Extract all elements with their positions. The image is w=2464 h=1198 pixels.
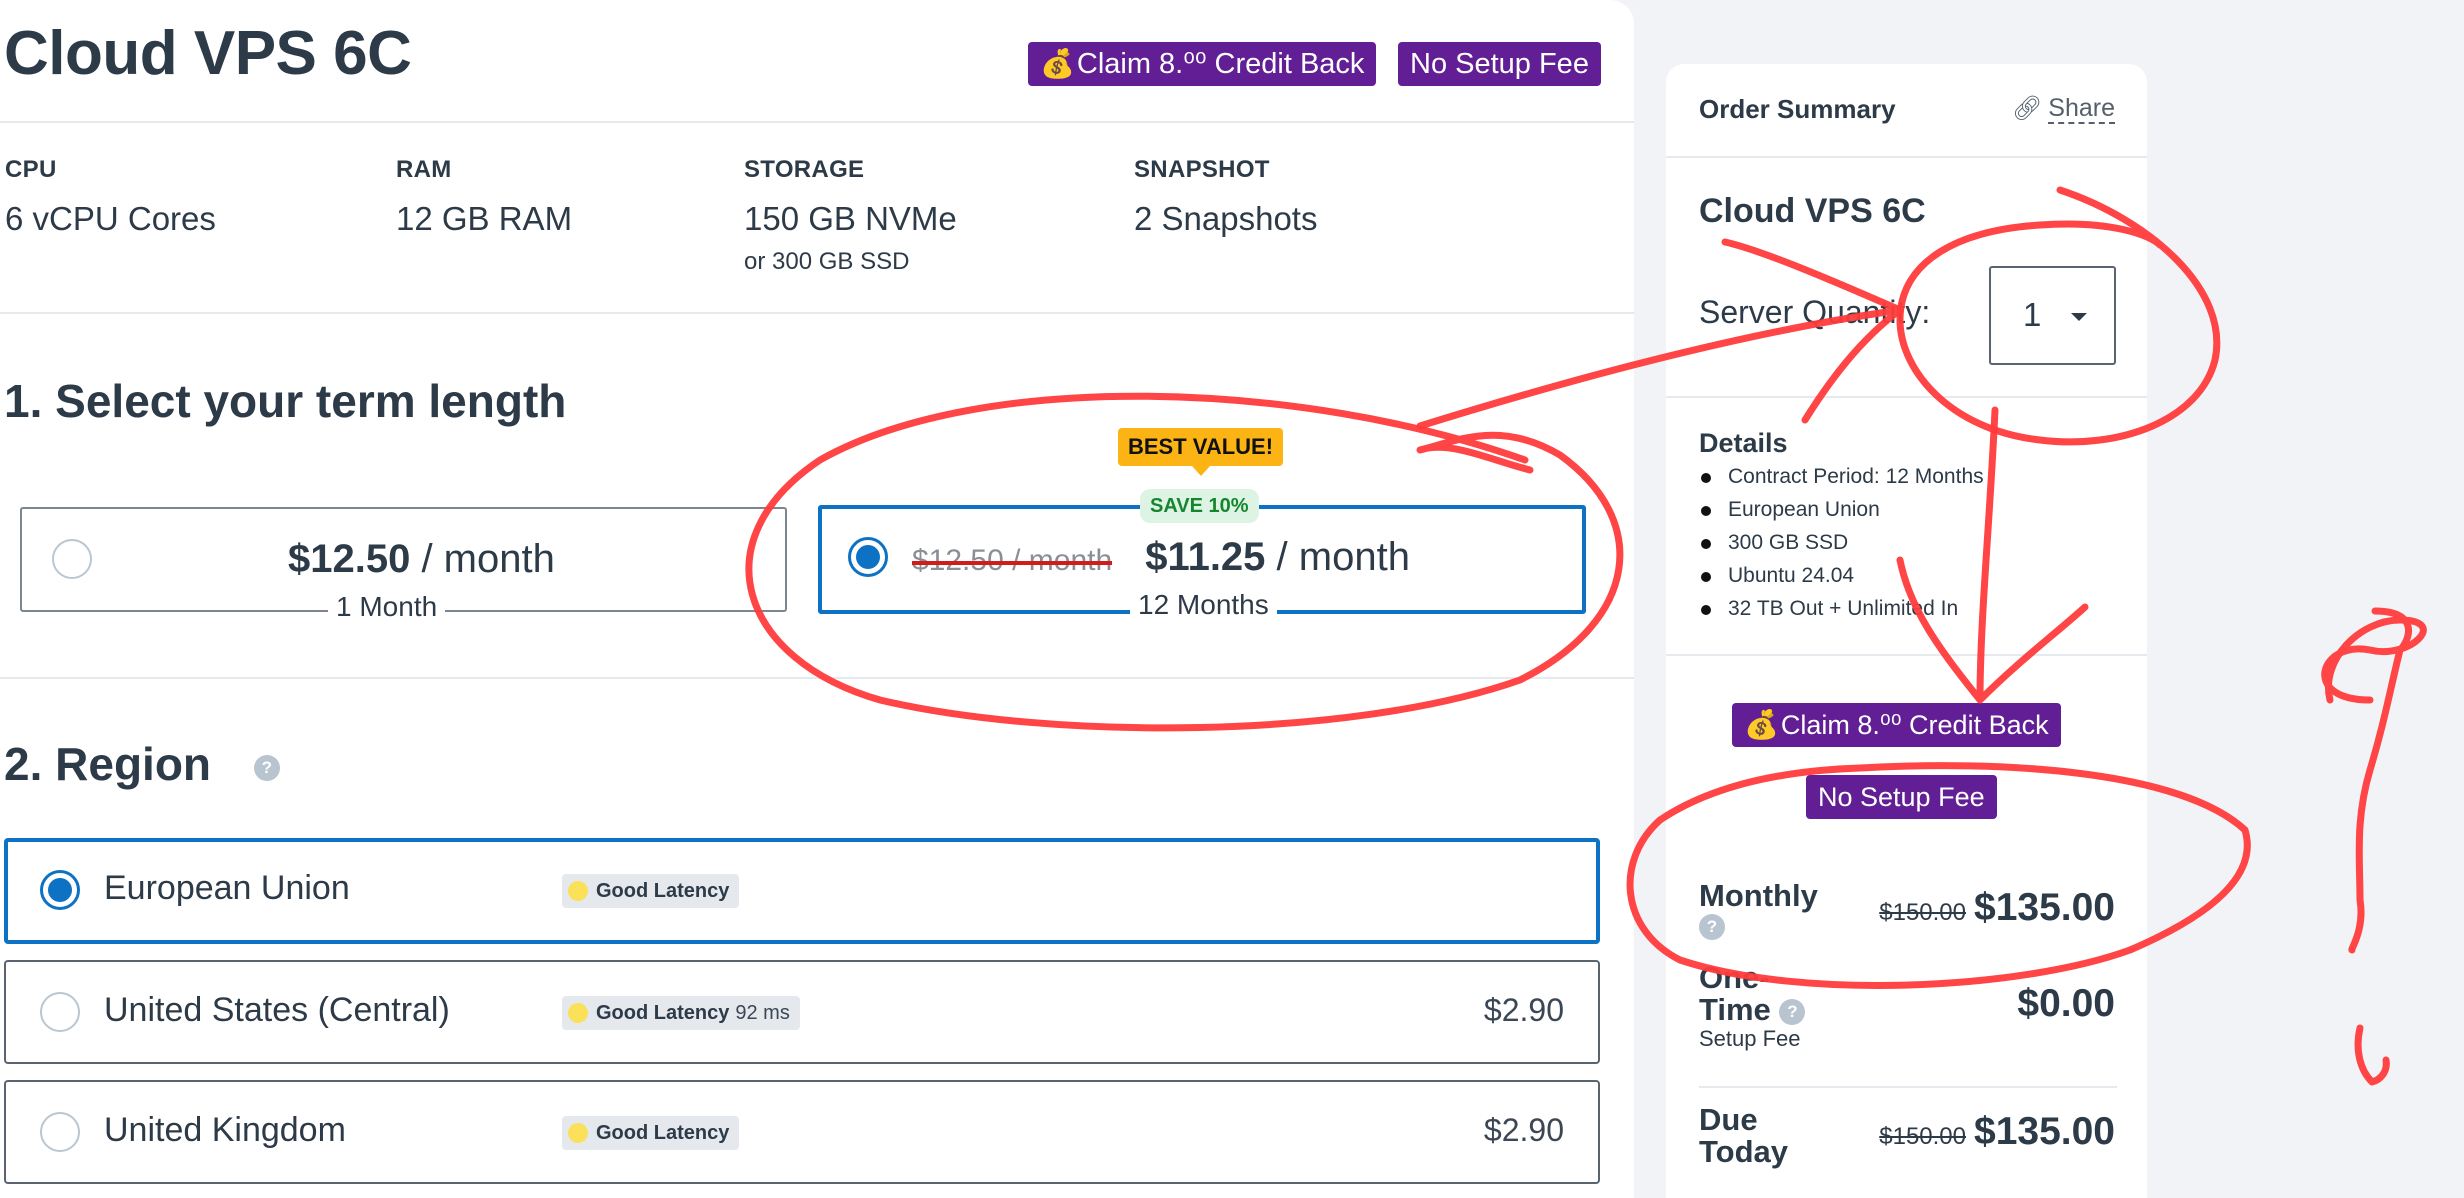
save-badge: SAVE 10% [1140, 489, 1259, 523]
term-radio[interactable] [52, 539, 92, 579]
divider [1666, 396, 2147, 398]
setup-fee-sublabel: Setup Fee [1699, 1026, 1801, 1051]
details-item: 300 GB SSD [1699, 526, 1984, 559]
region-option-eu[interactable]: European Union Good Latency [4, 838, 1600, 944]
latency-badge: Good Latency 92 ms [562, 996, 800, 1030]
term-option-1-month[interactable]: $12.50 / month 1 Month [20, 507, 787, 623]
credit-back-badge: 💰Claim 8.⁰⁰ Credit Back [1028, 42, 1377, 86]
order-summary-title: Order Summary [1699, 94, 1896, 124]
monthly-label: Monthly [1699, 878, 1818, 913]
product-configurator: Cloud VPS 6C 💰Claim 8.⁰⁰ Credit Back No … [0, 0, 1634, 1198]
details-item: Ubuntu 24.04 [1699, 559, 1984, 592]
monthly-amount: $150.00 $135.00 [1879, 886, 2115, 929]
term-radio[interactable] [848, 537, 888, 577]
region-option-us-central[interactable]: United States (Central) Good Latency 92 m… [4, 960, 1600, 1064]
one-time-amount: $0.00 [2017, 982, 2115, 1025]
region-heading: 2. Region ? [4, 737, 280, 791]
divider [0, 312, 1634, 314]
monthly-original-price: $150.00 [1879, 899, 1967, 926]
credit-back-label: Claim 8.⁰⁰ Credit Back [1076, 48, 1365, 80]
one-time-label: One- Time ? [1699, 962, 1806, 1026]
term-price: $12.50 / month [288, 537, 555, 581]
details-heading: Details [1699, 428, 1788, 458]
original-price: $12.50 / month [912, 544, 1113, 577]
question-circle-icon[interactable]: ? [1699, 914, 1725, 940]
spec-ram: RAM 12 GB RAM [396, 156, 572, 238]
server-quantity-select[interactable]: 1 [1989, 266, 2116, 365]
divider [0, 121, 1634, 123]
summary-product-name: Cloud VPS 6C [1699, 192, 1926, 230]
due-today-original-price: $150.00 [1879, 1123, 1967, 1150]
due-today-amount: $150.00 $135.00 [1879, 1110, 2115, 1153]
spec-value: 12 GB RAM [396, 200, 573, 237]
region-option-uk[interactable]: United Kingdom Good Latency $2.90 [4, 1080, 1600, 1184]
spec-label: STORAGE [744, 156, 865, 183]
divider [1666, 156, 2147, 158]
best-value-tooltip: BEST VALUE! [1118, 428, 1284, 476]
divider [0, 677, 1634, 679]
question-circle-icon[interactable]: ? [1779, 998, 1806, 1025]
spec-label: CPU [5, 156, 57, 183]
term-heading: 1. Select your term length [4, 375, 567, 427]
spec-label: SNAPSHOT [1134, 156, 1270, 183]
caret-down-icon [2071, 313, 2087, 321]
region-price: $2.90 [1483, 1112, 1564, 1148]
spec-value: 150 GB NVMe [744, 200, 957, 237]
region-radio[interactable] [40, 870, 80, 910]
latency-badge: Good Latency [562, 1116, 740, 1150]
question-circle-icon[interactable]: ? [253, 754, 280, 781]
term-price: $12.50 / month $11.25 / month [912, 535, 1410, 579]
spec-value: 2 Snapshots [1134, 200, 1318, 237]
page-title: Cloud VPS 6C [4, 19, 412, 88]
spec-label: RAM [396, 156, 452, 183]
annotation-question-dot [2354, 1024, 2390, 1086]
spec-subvalue: or 300 GB SSD [744, 248, 910, 275]
term-period-label: 12 Months [1130, 589, 1277, 621]
details-item: Contract Period: 12 Months [1699, 460, 1984, 493]
spec-snapshot: SNAPSHOT 2 Snapshots [1134, 156, 1317, 238]
term-option-12-months[interactable]: $12.50 / month $11.25 / month 12 Months … [818, 489, 1586, 621]
money-bag-icon: 💰 [1040, 48, 1075, 79]
details-list: Contract Period: 12 Months European Unio… [1699, 460, 1984, 625]
due-today-label: Due Today [1699, 1102, 1788, 1169]
divider [1699, 1086, 2117, 1088]
quantity-value: 1 [2023, 296, 2042, 333]
share-link[interactable]: 🔗︎ Share [2011, 94, 2115, 124]
spec-storage: STORAGE 150 GB NVMe or 300 GB SSD [744, 156, 957, 276]
link-icon: 🔗︎ [2011, 95, 2043, 122]
quantity-label: Server Quantity: [1699, 294, 1931, 330]
region-name: European Union [104, 869, 350, 907]
region-price: $2.90 [1483, 992, 1564, 1028]
latency-dot-icon [568, 1003, 588, 1023]
region-radio[interactable] [40, 1112, 80, 1152]
region-name: United States (Central) [104, 991, 450, 1029]
order-summary: Order Summary 🔗︎ Share Cloud VPS 6C Serve… [1666, 64, 2147, 1198]
latency-dot-icon [568, 881, 588, 901]
money-bag-icon: 💰 [1744, 709, 1779, 740]
region-radio[interactable] [40, 992, 80, 1032]
latency-dot-icon [568, 1123, 588, 1143]
term-period-label: 1 Month [328, 591, 446, 623]
credit-back-badge: 💰Claim 8.⁰⁰ Credit Back [1732, 703, 2061, 747]
divider [1666, 654, 2147, 656]
details-item: European Union [1699, 493, 1984, 526]
details-item: 32 TB Out + Unlimited In [1699, 592, 1984, 625]
spec-cpu: CPU 6 vCPU Cores [5, 156, 216, 238]
spec-value: 6 vCPU Cores [5, 200, 216, 237]
no-setup-fee-badge: No Setup Fee [1398, 42, 1601, 86]
latency-badge: Good Latency [562, 874, 740, 908]
region-name: United Kingdom [104, 1111, 346, 1149]
annotation-question-mark [2321, 607, 2427, 954]
no-setup-fee-badge: No Setup Fee [1806, 775, 1997, 819]
